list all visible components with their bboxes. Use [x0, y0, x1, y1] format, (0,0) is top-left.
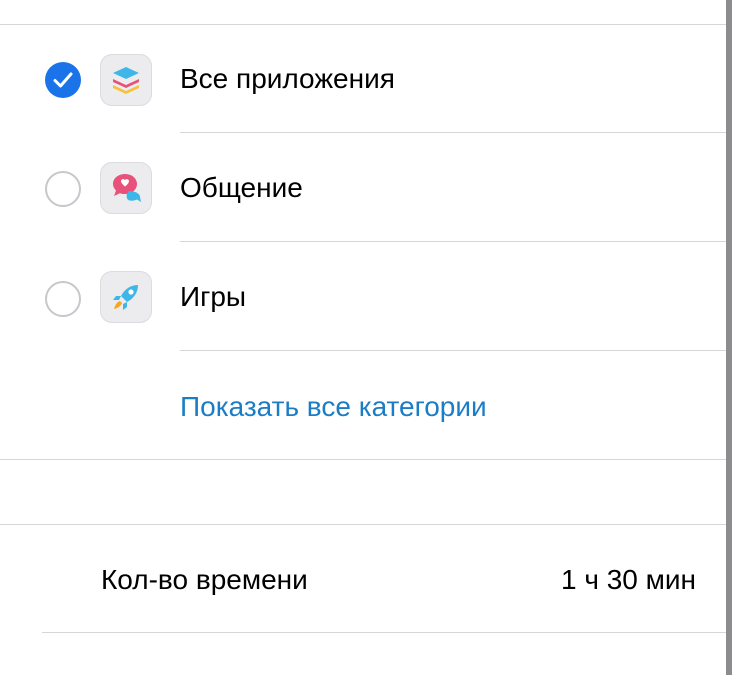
category-separator [180, 132, 726, 133]
category-label-all-apps: Все приложения [180, 63, 395, 94]
category-separator [180, 350, 726, 351]
category-label-social: Общение [180, 172, 303, 203]
show-all-categories-link[interactable]: Показать все категории [180, 390, 487, 424]
category-row-games[interactable]: Игры [0, 243, 726, 351]
category-separator [180, 241, 726, 242]
category-row-all-apps[interactable]: Все приложения [0, 25, 726, 133]
category-row-social[interactable]: Общение [0, 134, 726, 242]
category-label-games: Игры [180, 281, 247, 312]
row-separator [42, 632, 726, 633]
radio-unselected-icon[interactable] [45, 171, 81, 207]
stack-layers-icon [100, 54, 152, 106]
chat-bubbles-icon [100, 162, 152, 214]
radio-unselected-icon[interactable] [45, 281, 81, 317]
time-limit-value: 1 ч 30 мин [561, 564, 696, 595]
rocket-icon [100, 271, 152, 323]
time-limit-row[interactable]: Кол-во времени 1 ч 30 мин [0, 526, 726, 632]
checkmark-selected-icon[interactable] [45, 62, 81, 98]
section-separator [0, 524, 726, 525]
time-limit-label: Кол-во времени [101, 564, 308, 595]
section-separator [0, 459, 726, 460]
screen-edge-margin [732, 0, 739, 675]
